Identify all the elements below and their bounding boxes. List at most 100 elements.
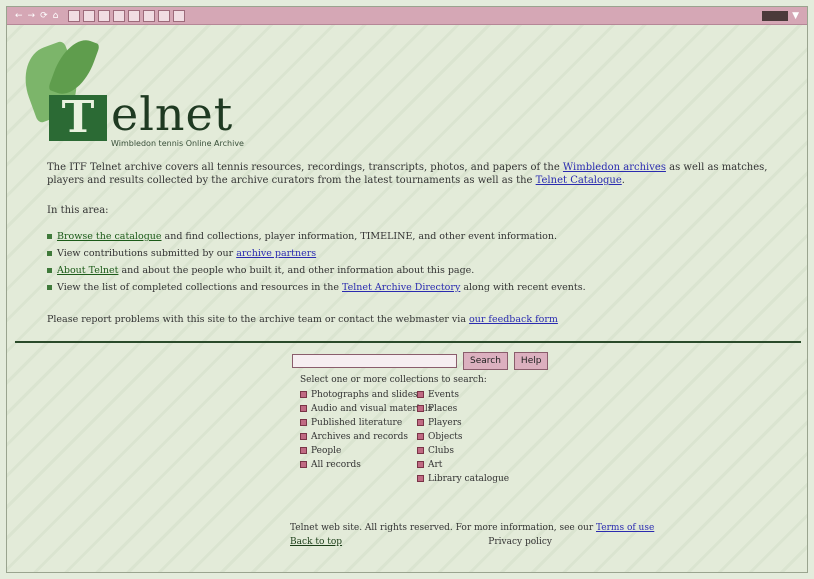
checkbox-icon[interactable] [417,419,424,426]
checkbox-icon[interactable] [300,447,307,454]
partners-link[interactable]: archive partners [236,248,316,259]
home-icon[interactable]: ⌂ [53,11,59,21]
option-label: Clubs [428,446,454,456]
toolbar: ← → ⟳ ⌂ ▼ [7,7,807,25]
intro-text: . [621,175,625,186]
option-label: Places [428,404,458,414]
search-option[interactable]: Objects [417,430,509,444]
footer-text: Telnet web site. All rights reserved. Fo… [290,523,596,533]
option-label: Players [428,418,462,428]
toolbar-icons [68,9,186,22]
search-option[interactable]: Places [417,402,509,416]
footer-notice: Telnet web site. All rights reserved. Fo… [290,523,654,533]
sections-label: In this area: [47,205,109,216]
search-option[interactable]: Published literature [300,416,432,430]
search-options-left: Photographs and slides Audio and visual … [300,388,432,472]
intro-text: archive curators from the latest tournam… [227,175,536,186]
search-option[interactable]: People [300,444,432,458]
checkbox-icon[interactable] [417,391,424,398]
option-label: Events [428,390,460,400]
bullet-icon [47,268,52,273]
toolbar-right: ▼ [762,10,799,21]
option-label: Art [428,460,443,470]
list-item: View contributions submitted by our arch… [47,248,586,259]
option-label: Audio and visual materials [311,404,433,414]
search-row: Search Help [292,352,549,370]
search-option[interactable]: Library catalogue [417,472,509,486]
toolbar-icon[interactable] [173,9,186,22]
option-label: Objects [428,432,463,442]
browse-catalogue-link[interactable]: Browse the catalogue [57,231,162,242]
search-options-right: Events Places Players Objects Clubs Art … [417,388,509,486]
toolbar-icon[interactable] [98,9,111,22]
forward-icon[interactable]: → [28,11,36,21]
back-icon[interactable]: ← [15,11,23,21]
checkbox-icon[interactable] [417,475,424,482]
browser-frame: ← → ⟳ ⌂ ▼ T elnet Wimbledon tennis Onlin… [6,6,808,573]
feedback-line: Please report problems with this site to… [47,314,558,325]
search-option[interactable]: All records [300,458,432,472]
list-item: View the list of completed collections a… [47,282,586,293]
search-options-label: Select one or more collections to search… [300,375,487,385]
checkbox-icon[interactable] [300,433,307,440]
menu-icon[interactable]: ▼ [792,11,799,21]
checkbox-icon[interactable] [300,391,307,398]
intro-paragraph: The ITF Telnet archive covers all tennis… [47,161,792,187]
intro-text: The ITF Telnet archive covers all tennis… [47,162,563,173]
footer-links: Back to top Privacy policy [290,537,552,547]
logo-mark: T [49,95,107,141]
list-item-text: View contributions submitted by our [57,248,237,259]
terms-link[interactable]: Terms of use [596,523,654,533]
checkbox-icon[interactable] [300,461,307,468]
about-telnet-link[interactable]: About Telnet [57,265,118,276]
logo-tagline: Wimbledon tennis Online Archive [111,139,244,148]
list-item-text: and about the people who built it, and o… [118,265,475,276]
checkbox-icon[interactable] [417,461,424,468]
checkbox-icon[interactable] [300,419,307,426]
checkbox-icon[interactable] [417,433,424,440]
site-logo[interactable]: T elnet Wimbledon tennis Online Archive [14,32,279,155]
list-item-text: View the list of completed collections a… [57,282,342,293]
checkbox-icon[interactable] [417,447,424,454]
feature-list: Browse the catalogue and find collection… [47,231,586,299]
search-option[interactable]: Events [417,388,509,402]
list-item-text: and find collections, player information… [161,231,558,242]
search-option[interactable]: Clubs [417,444,509,458]
search-option[interactable]: Players [417,416,509,430]
feedback-text: Please report problems with this site to… [47,314,470,325]
bullet-icon [47,251,52,256]
toolbar-icon[interactable] [113,9,126,22]
toolbar-icon[interactable] [143,9,156,22]
search-option[interactable]: Photographs and slides [300,388,432,402]
reload-icon[interactable]: ⟳ [40,11,48,21]
toolbar-icon[interactable] [128,9,141,22]
divider [15,341,801,343]
back-to-top-link[interactable]: Back to top [290,537,342,547]
toolbar-widget[interactable] [762,10,789,21]
option-label: Archives and records [311,432,408,442]
list-item: About Telnet and about the people who bu… [47,265,586,276]
option-label: All records [311,460,361,470]
toolbar-icon[interactable] [83,9,96,22]
search-option[interactable]: Audio and visual materials [300,402,432,416]
search-option[interactable]: Archives and records [300,430,432,444]
catalogue-link[interactable]: Telnet Catalogue [536,175,622,186]
list-item-text: along with recent events. [460,282,586,293]
checkbox-icon[interactable] [300,405,307,412]
feedback-link[interactable]: our feedback form [469,314,558,325]
privacy-text: Privacy policy [488,537,552,547]
bullet-icon [47,234,52,239]
list-item: Browse the catalogue and find collection… [47,231,586,242]
toolbar-icon[interactable] [158,9,171,22]
checkbox-icon[interactable] [417,405,424,412]
search-button[interactable]: Search [463,352,508,370]
search-input[interactable] [292,354,457,368]
toolbar-nav: ← → ⟳ ⌂ [15,11,58,21]
toolbar-icon[interactable] [68,9,81,22]
option-label: Published literature [311,418,403,428]
wimbledon-archives-link[interactable]: Wimbledon archives [563,162,666,173]
logo-word: elnet [111,87,234,141]
help-button[interactable]: Help [513,352,549,370]
directory-link[interactable]: Telnet Archive Directory [342,282,460,293]
search-option[interactable]: Art [417,458,509,472]
